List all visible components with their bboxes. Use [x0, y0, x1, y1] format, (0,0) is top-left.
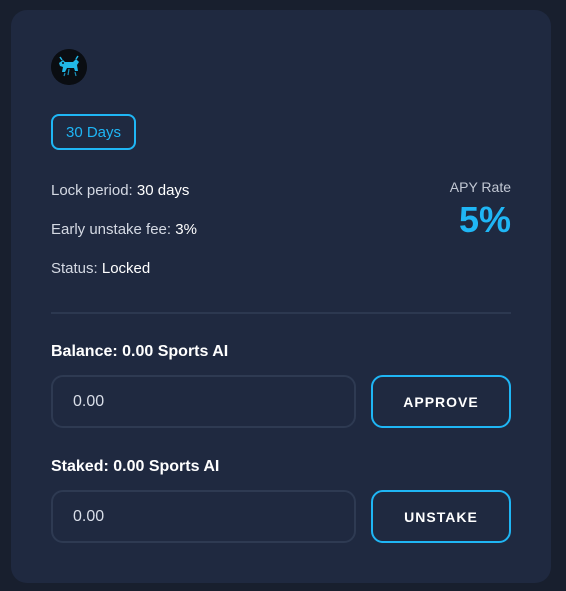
status-value: Locked — [101, 260, 151, 277]
apy-rate-value: 5% — [458, 199, 511, 240]
status-label: Status: — [51, 260, 98, 277]
unstake-amount-input[interactable] — [51, 490, 356, 543]
status-row: Status: Locked — [51, 260, 150, 277]
lock-period-label: Lock period: — [51, 182, 133, 199]
stake-amount-input[interactable] — [51, 375, 356, 428]
lock-period-row: Lock period: 30 days — [51, 182, 189, 199]
early-unstake-fee-row: Early unstake fee: 3% — [51, 221, 197, 238]
bull-logo-icon — [51, 49, 87, 85]
approve-button[interactable]: APPROVE — [371, 375, 511, 428]
divider — [51, 312, 511, 314]
lock-period-value: 30 days — [136, 182, 190, 199]
staked-label: Staked: 0.00 Sports AI — [51, 458, 220, 475]
staking-pool-card: 30 Days Lock period: 30 days Early unsta… — [11, 10, 551, 583]
early-unstake-fee-value: 3% — [175, 221, 197, 238]
unstake-button[interactable]: UNSTAKE — [371, 490, 511, 543]
balance-label: Balance: 0.00 Sports AI — [51, 343, 229, 360]
apy-rate-label: APY Rate — [449, 179, 511, 195]
early-unstake-fee-label: Early unstake fee: — [51, 221, 172, 238]
lock-period-badge[interactable]: 30 Days — [51, 114, 136, 150]
